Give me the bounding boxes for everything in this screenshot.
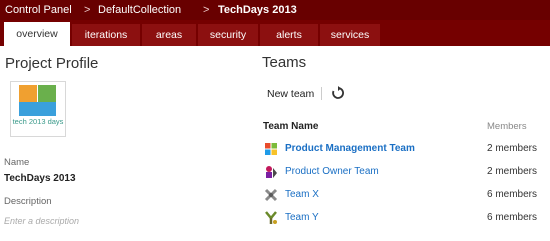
breadcrumb-separator: > [84,4,91,16]
description-input[interactable]: Enter a description [4,216,79,226]
tab-overview[interactable]: overview [4,22,70,46]
team-name-link[interactable]: Team Y [285,212,319,223]
team-y-icon [265,211,277,224]
logo-green-square [38,85,56,103]
team-row[interactable]: Team Y 6 members [255,209,550,231]
owner-team-icon [266,166,277,178]
description-label: Description [4,196,52,207]
refresh-icon[interactable] [331,86,345,100]
tab-services[interactable]: services [320,24,380,46]
breadcrumb-collection[interactable]: DefaultCollection [98,0,181,20]
tab-areas[interactable]: areas [142,24,196,46]
project-logo[interactable]: tech 2013 days [10,81,66,137]
tab-bar: overview iterations areas security alert… [0,20,550,46]
tab-iterations[interactable]: iterations [72,24,140,46]
column-header-members[interactable]: Members [487,121,527,132]
team-x-icon [264,188,278,202]
new-team-button[interactable]: New team [267,88,314,100]
team-member-count: 6 members [487,212,538,223]
logo-orange-square [19,85,37,103]
logo-text: tech 2013 days [12,117,64,126]
tab-security[interactable]: security [198,24,258,46]
breadcrumb-separator: > [203,4,210,16]
logo-blue-bar [19,102,56,116]
name-value[interactable]: TechDays 2013 [4,173,76,184]
team-row[interactable]: Product Owner Team 2 members [255,163,550,185]
team-member-count: 6 members [487,189,538,200]
teams-panel: Teams New team Team Name Members Product… [255,46,550,241]
team-row[interactable]: Product Management Team 2 members [255,140,550,162]
team-row[interactable]: Team X 6 members [255,186,550,208]
project-profile-panel: Project Profile tech 2013 days Name Tech… [0,46,250,241]
column-header-team-name[interactable]: Team Name [263,121,318,132]
project-profile-title: Project Profile [5,55,99,72]
tab-alerts[interactable]: alerts [260,24,318,46]
team-name-link[interactable]: Product Management Team [285,143,415,154]
windows-team-icon [265,143,277,155]
breadcrumb-control-panel[interactable]: Control Panel [5,0,72,20]
team-name-link[interactable]: Product Owner Team [285,166,379,177]
team-member-count: 2 members [487,143,538,154]
breadcrumb: Control Panel > DefaultCollection > Tech… [0,0,550,20]
name-label: Name [4,157,30,168]
breadcrumb-current-project: TechDays 2013 [218,4,297,16]
teams-title: Teams [262,54,307,71]
team-member-count: 2 members [487,166,538,177]
team-name-link[interactable]: Team X [285,189,319,200]
toolbar-divider [321,87,322,100]
